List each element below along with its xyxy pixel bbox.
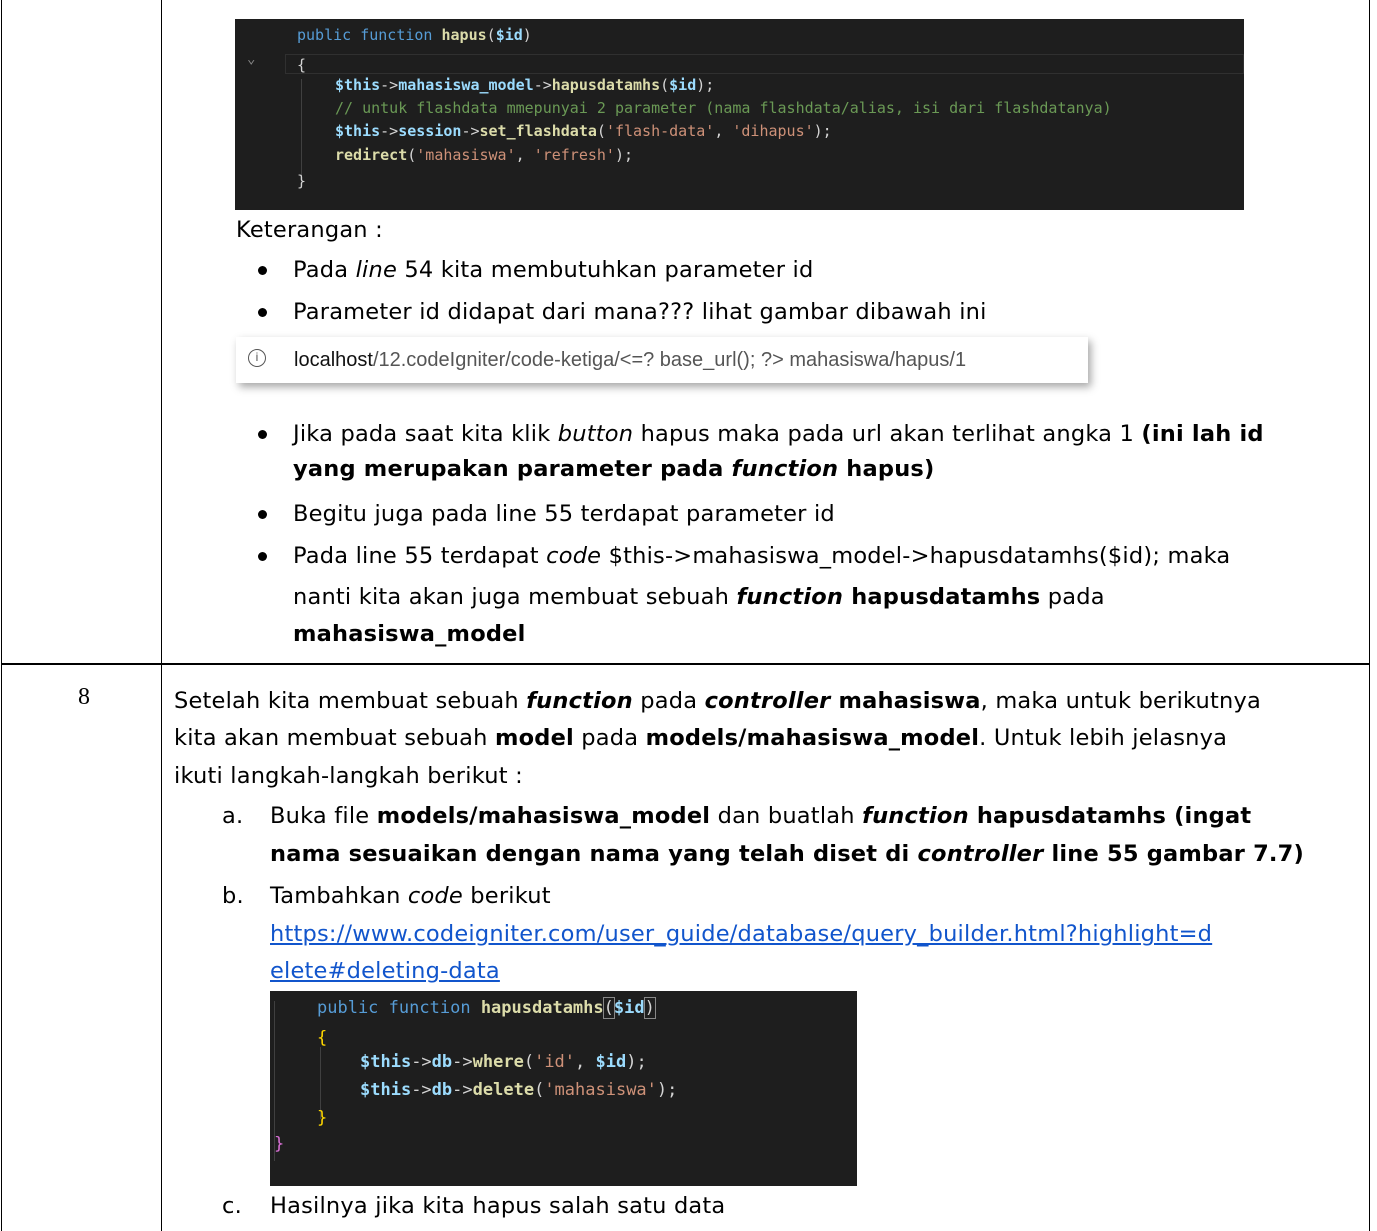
code-line: redirect('mahasiswa', 'refresh'); — [335, 146, 634, 164]
code-line: } — [274, 1134, 285, 1154]
reference-link[interactable]: https://www.codeigniter.com/user_guide/d… — [270, 917, 1212, 952]
code-line: $this->db->where('id', $id); — [360, 1052, 647, 1072]
row-number: 8 — [78, 684, 90, 710]
list-item: Tambahkan code berikut — [270, 883, 551, 909]
code-comment: // untuk flashdata mmepunyai 2 parameter… — [335, 99, 1112, 117]
url-host: localhost — [294, 349, 373, 371]
bullet-text: Parameter id didapat dari mana??? lihat … — [293, 299, 987, 325]
column-divider — [161, 0, 162, 1231]
code-screenshot-hapusdatamhs: public function hapusdatamhs($id) { $thi… — [270, 991, 857, 1186]
code-line: $this->session->set_flashdata('flash-dat… — [335, 122, 832, 140]
code-line: public function hapus($id) — [297, 26, 532, 44]
paragraph: ikuti langkah-langkah berikut : — [174, 763, 523, 789]
code-line: { — [297, 56, 307, 74]
table-border-right — [1369, 0, 1370, 1231]
list-marker: c. — [222, 1193, 242, 1219]
paragraph: kita akan membuat sebuah model pada mode… — [174, 725, 1228, 751]
bullet-text-cont: yang merupakan parameter pada function h… — [293, 456, 935, 482]
bullet-text: Jika pada saat kita klik button hapus ma… — [293, 421, 1264, 447]
bullet-text-cont: nanti kita akan juga membuat sebuah func… — [293, 584, 1105, 610]
code-line: $this->db->delete('mahasiswa'); — [360, 1080, 678, 1100]
info-circle-icon: i — [248, 349, 266, 367]
keterangan-label: Keterangan : — [236, 217, 383, 243]
table-border-left — [1, 0, 2, 1231]
url-path: /12.codeIgniter/code-ketiga/<=? base_url… — [372, 349, 967, 371]
bullet-text-cont: mahasiswa_model — [293, 621, 526, 647]
fold-chevron-icon: ⌄ — [247, 51, 256, 67]
bullet-text: Begitu juga pada line 55 terdapat parame… — [293, 501, 835, 527]
browser-url-bar: i localhost/12.codeIgniter/code-ketiga/<… — [236, 337, 1088, 383]
code-line: { — [317, 1028, 328, 1048]
code-line: public function hapusdatamhs($id) — [317, 997, 656, 1019]
bullet-icon — [258, 552, 267, 561]
bullet-icon — [258, 308, 267, 317]
list-item-cont: nama sesuaikan dengan nama yang telah di… — [270, 841, 1305, 867]
bullet-icon — [258, 510, 267, 519]
code-line: $this->mahasiswa_model->hapusdatamhs($id… — [335, 76, 715, 94]
bullet-text: Pada line 54 kita membutuhkan parameter … — [293, 257, 814, 283]
row-divider — [1, 663, 1370, 665]
paragraph: Setelah kita membuat sebuah function pad… — [174, 688, 1261, 714]
code-line: } — [297, 172, 307, 190]
list-item: Hasilnya jika kita hapus salah satu data — [270, 1193, 726, 1219]
code-line: } — [317, 1108, 328, 1128]
current-line-highlight — [285, 54, 1244, 74]
list-item: Buka file models/mahasiswa_model dan bua… — [270, 803, 1252, 829]
list-marker: a. — [222, 803, 244, 829]
bullet-icon — [258, 430, 267, 439]
code-screenshot-hapus: ⌄ public function hapus($id) { $this->ma… — [235, 19, 1244, 210]
bullet-text: Pada line 55 terdapat code $this->mahasi… — [293, 543, 1231, 569]
reference-link-cont[interactable]: elete#deleting-data — [270, 954, 500, 989]
indent-guide — [301, 79, 302, 179]
bullet-icon — [258, 266, 267, 275]
list-marker: b. — [222, 883, 244, 909]
